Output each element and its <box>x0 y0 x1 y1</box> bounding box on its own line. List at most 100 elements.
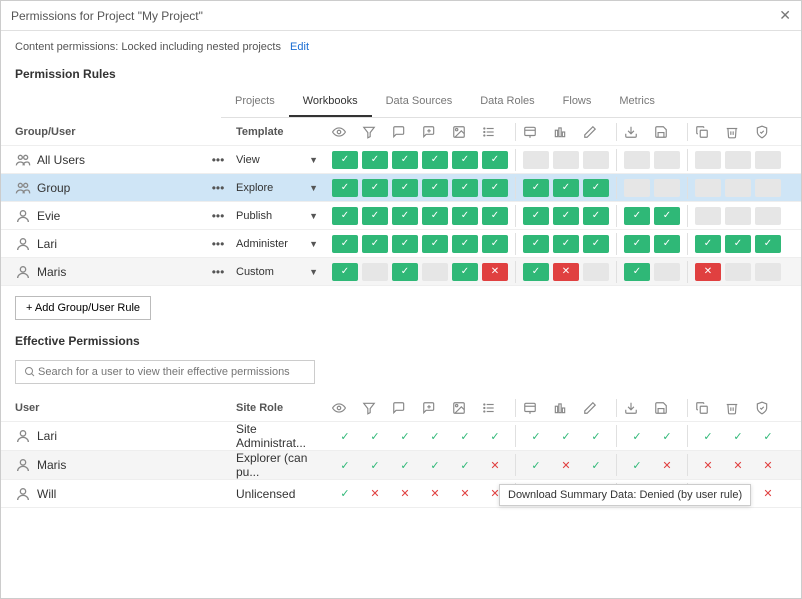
tab-data-roles[interactable]: Data Roles <box>466 87 548 117</box>
effective-row[interactable]: MarisExplorer (can pu...✓✓✓✓✓✕✓✕✓✓✕✕✕✕ <box>1 451 801 480</box>
capability-cell[interactable]: ✕ <box>695 263 721 281</box>
capability-cell[interactable] <box>725 263 751 281</box>
row-actions-button[interactable]: ••• <box>206 181 230 195</box>
capability-cell[interactable]: ✓ <box>452 263 478 281</box>
row-actions-button[interactable]: ••• <box>206 265 230 279</box>
capability-cell[interactable] <box>755 179 781 197</box>
capability-cell[interactable]: ✓ <box>332 207 358 225</box>
capability-cell[interactable]: ✓ <box>452 235 478 253</box>
capability-cell[interactable] <box>654 263 680 281</box>
capability-cell[interactable]: ✓ <box>422 235 448 253</box>
capability-cell[interactable]: ✓ <box>392 207 418 225</box>
capability-cell[interactable]: ✓ <box>422 151 448 169</box>
template-dropdown[interactable]: Custom▼ <box>236 266 326 278</box>
capability-cell[interactable] <box>553 151 579 169</box>
capability-cell[interactable] <box>695 179 721 197</box>
rule-row[interactable]: Evie•••Publish▼✓✓✓✓✓✓✓✓✓✓✓ <box>1 202 801 230</box>
capability-cell[interactable]: ✓ <box>392 151 418 169</box>
capability-cell[interactable] <box>583 151 609 169</box>
capability-cell[interactable] <box>725 207 751 225</box>
capability-cell[interactable]: ✓ <box>523 179 549 197</box>
template-dropdown[interactable]: Explore▼ <box>236 182 326 194</box>
capability-cell[interactable]: ✓ <box>452 179 478 197</box>
tab-projects[interactable]: Projects <box>221 87 289 117</box>
capability-cell[interactable]: ✓ <box>392 263 418 281</box>
tab-data-sources[interactable]: Data Sources <box>372 87 467 117</box>
template-dropdown[interactable]: Administer▼ <box>236 238 326 250</box>
capability-cell[interactable] <box>695 151 721 169</box>
capability-cell[interactable]: ✓ <box>482 235 508 253</box>
capability-cell[interactable]: ✕ <box>553 263 579 281</box>
capability-cell[interactable]: ✓ <box>523 263 549 281</box>
capability-cell[interactable]: ✓ <box>392 235 418 253</box>
template-dropdown[interactable]: Publish▼ <box>236 210 326 222</box>
capability-cell[interactable]: ✓ <box>332 179 358 197</box>
capability-cell[interactable] <box>624 179 650 197</box>
capability-cell[interactable]: ✓ <box>654 207 680 225</box>
capability-cell[interactable] <box>695 207 721 225</box>
effective-search-input[interactable] <box>38 366 308 378</box>
capability-cell[interactable] <box>725 179 751 197</box>
capability-cell[interactable]: ✓ <box>553 235 579 253</box>
capability-cell[interactable]: ✓ <box>452 151 478 169</box>
template-dropdown[interactable]: View▼ <box>236 154 326 166</box>
capability-cell[interactable]: ✓ <box>583 235 609 253</box>
capability-cell[interactable]: ✓ <box>553 207 579 225</box>
rule-row[interactable]: Group•••Explore▼✓✓✓✓✓✓✓✓✓ <box>1 174 801 202</box>
capability-cell[interactable]: ✓ <box>624 263 650 281</box>
capability-cell[interactable] <box>654 151 680 169</box>
effective-cell: ✕ <box>654 459 680 472</box>
capability-cell[interactable] <box>654 179 680 197</box>
effective-row[interactable]: LariSite Administrat...✓✓✓✓✓✓✓✓✓✓✓✓✓✓ <box>1 422 801 451</box>
capability-cell[interactable]: ✓ <box>695 235 721 253</box>
capability-cell[interactable]: ✓ <box>523 207 549 225</box>
capability-cell[interactable]: ✓ <box>362 207 388 225</box>
row-actions-button[interactable]: ••• <box>206 153 230 167</box>
capability-cell[interactable]: ✓ <box>422 179 448 197</box>
row-actions-button[interactable]: ••• <box>206 209 230 223</box>
rule-row[interactable]: All Users•••View▼✓✓✓✓✓✓ <box>1 146 801 174</box>
capability-cell[interactable]: ✓ <box>482 207 508 225</box>
capability-cell[interactable]: ✓ <box>755 235 781 253</box>
capability-cell[interactable] <box>624 151 650 169</box>
capability-cell[interactable]: ✓ <box>523 235 549 253</box>
capability-cell[interactable]: ✓ <box>725 235 751 253</box>
close-icon[interactable]: ✕ <box>779 7 791 24</box>
capability-cell[interactable]: ✓ <box>583 207 609 225</box>
capability-cell[interactable]: ✓ <box>624 207 650 225</box>
capability-cell[interactable]: ✓ <box>624 235 650 253</box>
tab-flows[interactable]: Flows <box>549 87 606 117</box>
capability-cell[interactable] <box>755 151 781 169</box>
rule-row[interactable]: Lari•••Administer▼✓✓✓✓✓✓✓✓✓✓✓✓✓✓ <box>1 230 801 258</box>
tab-metrics[interactable]: Metrics <box>605 87 668 117</box>
capability-cell[interactable]: ✓ <box>482 151 508 169</box>
rule-row[interactable]: Maris•••Custom▼✓✓✓✕✓✕✓✕ <box>1 258 801 286</box>
tab-workbooks[interactable]: Workbooks <box>289 87 372 117</box>
capability-cell[interactable]: ✓ <box>654 235 680 253</box>
edit-link[interactable]: Edit <box>290 41 309 53</box>
row-actions-button[interactable]: ••• <box>206 237 230 251</box>
effective-search[interactable] <box>15 360 315 384</box>
capability-cell[interactable] <box>422 263 448 281</box>
capability-cell[interactable]: ✓ <box>553 179 579 197</box>
capability-cell[interactable] <box>523 151 549 169</box>
capability-cell[interactable]: ✓ <box>362 235 388 253</box>
capability-cell[interactable]: ✓ <box>332 151 358 169</box>
add-group-user-rule-button[interactable]: + Add Group/User Rule <box>15 296 151 320</box>
capability-cell[interactable]: ✓ <box>422 207 448 225</box>
capability-cell[interactable] <box>362 263 388 281</box>
user-header: User <box>1 402 206 414</box>
capability-cell[interactable]: ✓ <box>332 263 358 281</box>
capability-cell[interactable]: ✓ <box>452 207 478 225</box>
capability-cell[interactable]: ✓ <box>362 179 388 197</box>
capability-cell[interactable] <box>583 263 609 281</box>
capability-cell[interactable] <box>755 207 781 225</box>
capability-cell[interactable]: ✓ <box>332 235 358 253</box>
capability-cell[interactable] <box>725 151 751 169</box>
capability-cell[interactable] <box>755 263 781 281</box>
capability-cell[interactable]: ✓ <box>392 179 418 197</box>
capability-cell[interactable]: ✓ <box>482 179 508 197</box>
capability-cell[interactable]: ✓ <box>583 179 609 197</box>
capability-cell[interactable]: ✕ <box>482 263 508 281</box>
capability-cell[interactable]: ✓ <box>362 151 388 169</box>
